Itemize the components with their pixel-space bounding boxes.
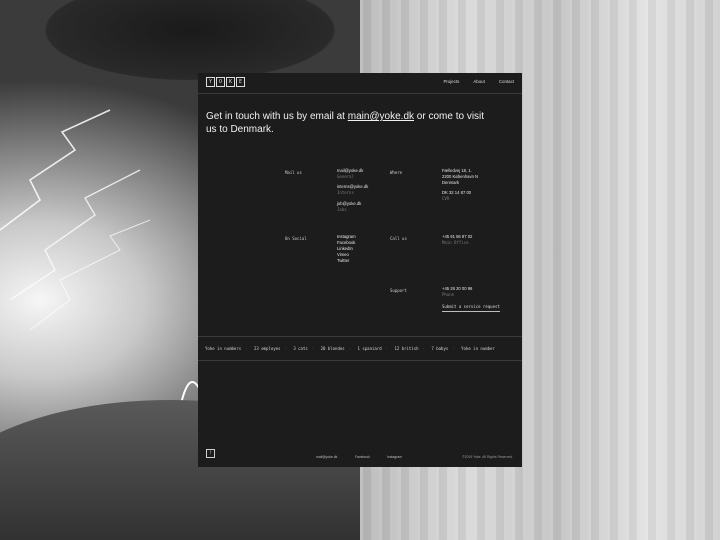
footer-instagram-link[interactable]: Instagram: [387, 455, 402, 459]
jobs-email-label: Jobs: [337, 207, 347, 212]
footer-facebook-link[interactable]: Facebook: [355, 455, 370, 459]
logo-letter: K: [226, 77, 235, 87]
mail-section-label: Mail us: [285, 170, 302, 175]
ticker-separator: ·: [348, 346, 352, 351]
logo-letter: Y: [206, 77, 215, 87]
ticker-item: 1 spaniard: [357, 346, 382, 351]
ticker-item: 12 british: [394, 346, 419, 351]
general-email-label: General: [337, 174, 354, 179]
interns-email-label: Interns: [337, 190, 354, 195]
logo-letter: E: [236, 77, 245, 87]
support-phone-label: Phone: [442, 292, 455, 297]
nav-projects-link[interactable]: Projects: [444, 79, 460, 84]
ticker-separator: ·: [452, 346, 455, 351]
contact-page-panel: Y O K E Projects About Contact Get in to…: [198, 73, 522, 467]
scroll-to-top-button[interactable]: ↑: [206, 449, 215, 458]
social-twitter-link[interactable]: Twitter: [337, 258, 349, 264]
call-section-label: Call us: [390, 236, 407, 241]
address-country: Denmark: [442, 180, 459, 185]
nav-contact-link[interactable]: Contact: [499, 79, 514, 84]
nav-about-link[interactable]: About: [473, 79, 484, 84]
cvr-label: CVR: [442, 196, 450, 201]
headline-prefix: Get in touch with us by email at: [206, 111, 348, 122]
yoke-logo[interactable]: Y O K E: [206, 77, 246, 87]
ticker-separator: ·: [245, 346, 248, 351]
ticker-item: Yoke in number: [461, 346, 495, 351]
main-nav: Projects About Contact: [444, 79, 515, 84]
support-section-label: Support: [390, 288, 407, 293]
headline-email-link[interactable]: main@yoke.dk: [348, 111, 414, 122]
arrow-up-icon: ↑: [209, 450, 212, 456]
social-section-label: On Social: [285, 236, 307, 241]
ticker-separator: ·: [385, 346, 389, 351]
ticker-item: 20 blondes: [320, 346, 345, 351]
ticker-item: Yoke in numbers: [205, 346, 242, 351]
ticker-row: Yoke in numbers · 23 employes · 3 cats · 20…: [205, 346, 499, 351]
numbers-ticker: Yoke in numbers · 23 employes · 3 cats · 20…: [198, 336, 522, 361]
logo-letter: O: [216, 77, 225, 87]
top-navigation-bar: Y O K E Projects About Contact: [198, 73, 522, 94]
ticker-item: 23 employes: [253, 346, 281, 351]
footer-email-link[interactable]: mail@yoke.dk: [316, 455, 337, 459]
page-headline: Get in touch with us by email at main@yo…: [206, 111, 496, 136]
ticker-separator: ·: [284, 346, 287, 351]
ticker-separator: ·: [311, 346, 315, 351]
ticker-separator: ·: [422, 346, 425, 351]
submit-service-request-button[interactable]: Submit a service request: [442, 304, 500, 312]
footer-copyright: ©2019 Yoke. All Rights Reserved.: [462, 455, 513, 459]
where-section-label: Where: [390, 170, 403, 175]
ticker-item: 7 babys: [431, 346, 449, 351]
main-office-label: Main Office: [442, 240, 469, 245]
ticker-item: 3 cats: [293, 346, 308, 351]
